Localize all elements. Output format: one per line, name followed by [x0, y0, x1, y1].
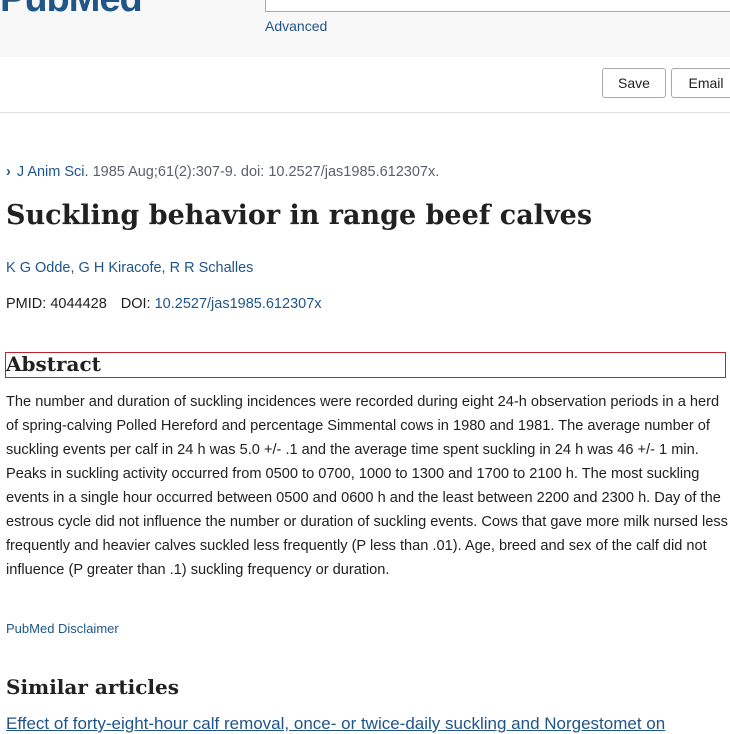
logo-text: PubMed	[0, 0, 143, 20]
journal-link[interactable]: J Anim Sci.	[17, 164, 89, 180]
doi-label: DOI:	[120, 296, 155, 312]
similar-articles-heading: Similar articles	[6, 675, 179, 699]
save-button[interactable]: Save	[602, 68, 666, 98]
citation-line: › J Anim Sci. 1985 Aug;61(2):307-9. doi: …	[6, 164, 439, 180]
article-title: Suckling behavior in range beef calves	[6, 200, 593, 231]
search-input[interactable]	[265, 0, 730, 12]
author-link[interactable]: G H Kiracofe	[79, 260, 162, 276]
article-identifiers: PMID: 4044428 DOI: 10.2527/jas1985.612307…	[6, 296, 322, 312]
pubmed-logo[interactable]: PubMed	[0, 0, 143, 21]
site-header: PubMed Advanced	[0, 0, 730, 58]
abstract-text: The number and duration of suckling inci…	[6, 394, 728, 578]
doi-link[interactable]: 10.2527/jas1985.612307x	[155, 296, 322, 312]
pmid-value: 4044428	[50, 296, 107, 312]
similar-article-link[interactable]: Effect of forty-eight-hour calf removal,…	[6, 714, 665, 734]
author-list: K G Odde, G H Kiracofe, R R Schalles	[6, 260, 253, 276]
pmid-label: PMID:	[6, 296, 51, 312]
abstract-heading: Abstract	[5, 352, 726, 378]
author-separator: ,	[161, 260, 170, 276]
chevron-right-icon[interactable]: ›	[6, 164, 11, 180]
pubmed-disclaimer-link[interactable]: PubMed Disclaimer	[6, 621, 119, 636]
action-bar: Save Email	[0, 57, 730, 113]
email-button[interactable]: Email	[671, 68, 730, 98]
author-link[interactable]: K G Odde	[6, 260, 70, 276]
author-separator: ,	[70, 260, 79, 276]
advanced-search-link[interactable]: Advanced	[265, 18, 327, 34]
author-link[interactable]: R R Schalles	[170, 260, 254, 276]
citation-details: 1985 Aug;61(2):307-9. doi: 10.2527/jas19…	[88, 164, 440, 180]
